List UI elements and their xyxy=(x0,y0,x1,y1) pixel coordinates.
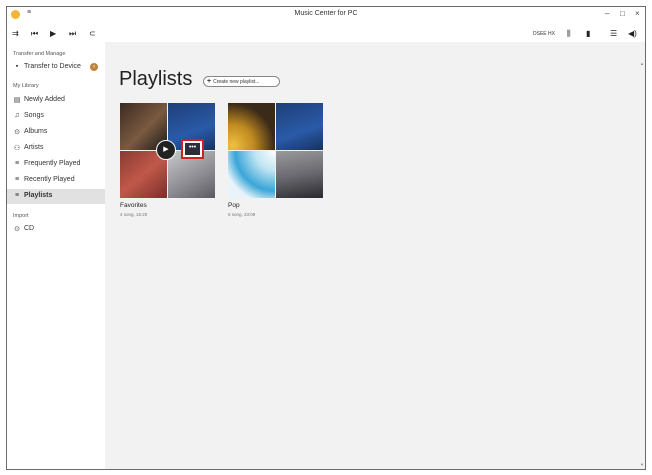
playlist-meta: 5 song, 23:09 xyxy=(228,212,256,217)
title-bar: ≡ Music Center for PC – □ × xyxy=(7,7,645,23)
sidebar-item-artists[interactable]: ⚇ Artists xyxy=(7,141,105,156)
library-header: My Library xyxy=(13,83,39,89)
previous-icon[interactable]: ⏮ xyxy=(31,29,38,39)
more-options-button[interactable]: ••• xyxy=(181,139,204,159)
sidebar-item-newly-added[interactable]: ▤ Newly Added xyxy=(7,93,105,108)
main-content: Playlists + Create new playlist... ▶ ••• … xyxy=(105,42,645,469)
sidebar-item-label: Recently Played xyxy=(24,176,75,183)
sidebar-item-label: CD xyxy=(24,225,35,232)
play-icon[interactable]: ▶ xyxy=(50,29,56,39)
cover-tile xyxy=(276,103,323,150)
sidebar-item-label: Albums xyxy=(24,128,48,135)
more-icon: ••• xyxy=(185,143,200,155)
playlist-thumbnail-favorites[interactable]: ▶ ••• xyxy=(120,103,215,198)
transfer-badge-icon: › xyxy=(90,63,98,71)
sidebar-item-playlists[interactable]: ≡ Playlists xyxy=(7,189,105,204)
plus-icon: + xyxy=(207,78,212,85)
newly-added-icon: ▤ xyxy=(13,97,21,104)
connect-icon[interactable]: ⇉ xyxy=(12,29,19,39)
playlist-name[interactable]: Pop xyxy=(228,202,240,209)
playlist-meta: 4 song, 16:20 xyxy=(120,212,148,217)
playlist-icon: ≡ xyxy=(14,160,20,167)
sidebar-item-label: Transfer to Device xyxy=(24,63,81,70)
sidebar-item-label: Artists xyxy=(24,144,44,151)
sidebar: Transfer and Manage ▪ Transfer to Device… xyxy=(7,47,105,469)
play-playlist-button[interactable]: ▶ xyxy=(156,140,176,160)
device-icon[interactable]: ▮ xyxy=(586,29,590,39)
dsee-hx-button[interactable]: DSEE HX xyxy=(533,31,555,37)
cover-tile xyxy=(228,151,275,198)
window-title: Music Center for PC xyxy=(294,10,358,17)
transfer-header: Transfer and Manage xyxy=(13,51,66,57)
device-icon: ▪ xyxy=(15,63,19,70)
equalizer-icon[interactable]: ⫼ xyxy=(567,29,571,39)
app-window: ≡ Music Center for PC – □ × ⇉ ⏮ ▶ ⏭ ⊂ DS… xyxy=(6,6,646,470)
cover-tile xyxy=(276,151,323,198)
minimize-button[interactable]: – xyxy=(605,9,609,18)
volume-icon[interactable]: ◀) xyxy=(628,29,637,39)
close-button[interactable]: × xyxy=(635,9,640,18)
playlist-icon: ≡ xyxy=(14,176,20,183)
sidebar-item-recently-played[interactable]: ≡ Recently Played xyxy=(7,173,105,188)
cover-tile xyxy=(228,103,275,150)
playlist-icon: ≡ xyxy=(14,192,20,199)
sidebar-item-frequently-played[interactable]: ≡ Frequently Played xyxy=(7,157,105,172)
import-header: Import xyxy=(13,213,29,219)
playlist-thumbnail-pop[interactable] xyxy=(228,103,323,198)
note-icon: ♫ xyxy=(14,112,20,119)
scroll-down-icon[interactable]: ▼ xyxy=(640,462,644,467)
page-title: Playlists xyxy=(119,68,193,90)
sidebar-item-label: Newly Added xyxy=(24,96,65,103)
sidebar-item-albums[interactable]: ⊙ Albums xyxy=(7,125,105,140)
sidebar-item-cd[interactable]: ⊙ CD xyxy=(7,222,105,237)
sidebar-item-transfer[interactable]: ▪ Transfer to Device › xyxy=(7,60,105,75)
album-icon: ⊙ xyxy=(14,129,20,136)
scroll-up-icon[interactable]: ▲ xyxy=(640,61,644,66)
sidebar-item-label: Frequently Played xyxy=(24,160,81,167)
queue-icon[interactable]: ☰ xyxy=(610,29,617,39)
playlist-name[interactable]: Favorites xyxy=(120,202,147,209)
cd-icon: ⊙ xyxy=(14,226,20,233)
create-playlist-label: Create new playlist... xyxy=(213,79,260,85)
sidebar-item-songs[interactable]: ♫ Songs xyxy=(7,109,105,124)
artist-icon: ⚇ xyxy=(13,145,21,152)
create-playlist-button[interactable]: + Create new playlist... xyxy=(203,76,280,87)
maximize-button[interactable]: □ xyxy=(620,9,625,18)
sidebar-item-label: Songs xyxy=(24,112,44,119)
sidebar-item-label: Playlists xyxy=(24,192,53,199)
repeat-icon[interactable]: ⊂ xyxy=(89,29,96,39)
next-icon[interactable]: ⏭ xyxy=(69,29,76,39)
